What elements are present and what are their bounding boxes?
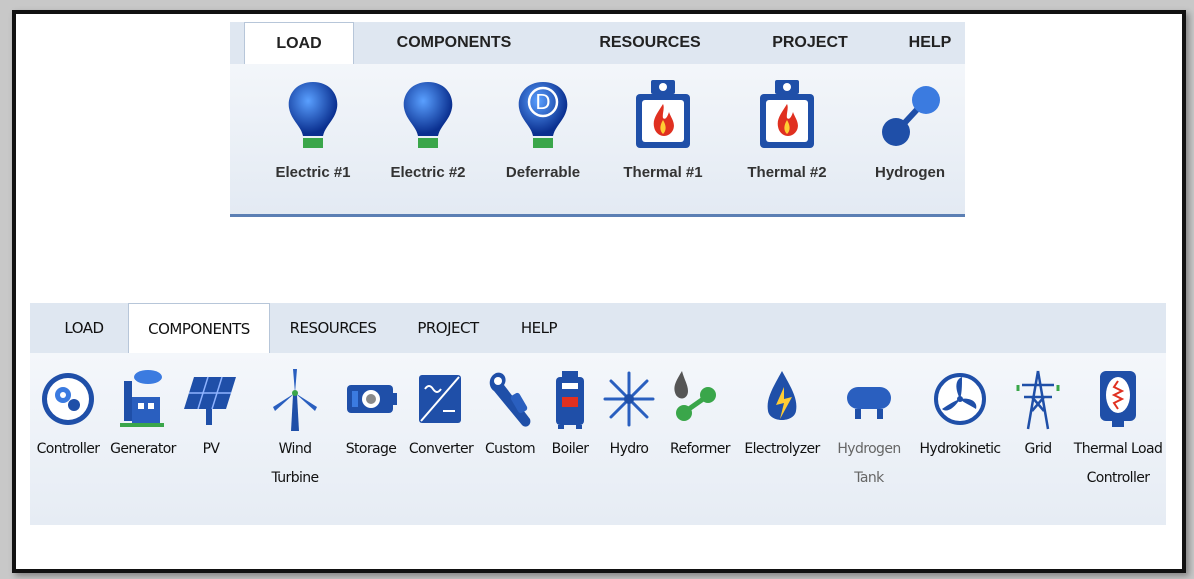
boiler-icon <box>556 371 584 429</box>
generator-button[interactable]: Generator <box>106 359 180 519</box>
tool-label: Deferrable <box>505 164 581 181</box>
electric-1-button[interactable]: Electric #1 <box>258 72 368 202</box>
grid-tower-icon <box>1016 370 1060 430</box>
tab-project[interactable]: PROJECT <box>398 303 498 353</box>
tool-label: Grid <box>1024 441 1053 457</box>
tab-help[interactable]: HELP <box>900 22 960 64</box>
controller-button[interactable]: Controller <box>30 359 106 519</box>
tool-label: Hydrogen <box>874 164 945 181</box>
hydro-icon <box>603 371 655 427</box>
tool-label: Thermal #1 <box>623 164 703 181</box>
pv-button[interactable]: PV <box>180 359 242 519</box>
tab-help[interactable]: HELP <box>504 303 574 353</box>
tab-components[interactable]: COMPONENTS <box>128 303 270 354</box>
custom-button[interactable]: Custom <box>480 359 540 519</box>
deferrable-bulb-icon: D <box>518 82 568 148</box>
storage-button[interactable]: Storage <box>338 359 404 519</box>
storage-battery-icon <box>347 385 397 413</box>
converter-button[interactable]: Converter <box>404 359 478 519</box>
hydrokinetic-button[interactable]: Hydrokinetic <box>914 359 1006 519</box>
tool-label: Thermal #2 <box>747 164 827 181</box>
tool-label: Controller <box>36 441 100 457</box>
thermal-1-button[interactable]: Thermal #1 <box>608 72 718 202</box>
boiler-button[interactable]: Boiler <box>542 359 598 519</box>
tool-label: Converter <box>408 441 474 457</box>
thermal-load-controller-icon <box>1100 371 1136 427</box>
pv-panel-icon <box>184 376 236 425</box>
svg-text:D: D <box>535 90 550 114</box>
thermal-flame-icon <box>636 80 690 148</box>
tool-label: Hydro <box>609 441 649 457</box>
tab-load[interactable]: LOAD <box>244 22 354 65</box>
bulb-icon <box>403 82 453 148</box>
converter-icon <box>419 375 461 423</box>
tool-label: Custom <box>484 441 536 457</box>
tool-label: Reformer <box>670 441 731 457</box>
hydrogen-load-button[interactable]: Hydrogen <box>855 72 965 202</box>
electrolyzer-icon <box>767 371 797 420</box>
tool-label: Storage <box>345 441 397 457</box>
deferrable-button[interactable]: D Deferrable <box>488 72 598 202</box>
wind-turbine-button[interactable]: Wind Turbine <box>262 359 328 519</box>
bulb-icon <box>288 82 338 148</box>
tool-label: Generator <box>110 441 176 457</box>
hydrogen-tank-icon <box>847 387 891 419</box>
electrolyzer-button[interactable]: Electrolyzer <box>740 359 824 519</box>
tool-label: Electrolyzer <box>744 441 820 457</box>
tool-label: Hydrokinetic <box>919 441 1001 457</box>
hydrogen-tank-button[interactable]: Hydrogen Tank <box>828 359 910 519</box>
tab-components[interactable]: COMPONENTS <box>370 22 538 64</box>
components-ribbon: LOAD COMPONENTS RESOURCES PROJECT HELP C… <box>30 303 1180 525</box>
tool-label: Boiler <box>551 441 589 457</box>
tool-label: Electric #1 <box>275 164 351 181</box>
tool-label: Hydrogen Tank <box>837 441 901 486</box>
tool-label: Wind Turbine <box>271 441 319 486</box>
tab-resources[interactable]: RESOURCES <box>278 303 388 353</box>
thermal-load-controller-button[interactable]: Thermal Load Controller <box>1070 359 1166 519</box>
generator-factory-icon <box>120 370 164 427</box>
reformer-icon <box>674 371 716 421</box>
tab-load[interactable]: LOAD <box>44 303 124 353</box>
tool-label: Thermal Load Controller <box>1073 441 1163 486</box>
grid-button[interactable]: Grid <box>1010 359 1066 519</box>
tab-project[interactable]: PROJECT <box>750 22 870 64</box>
ribbon-tab-bar: LOAD COMPONENTS RESOURCES PROJECT HELP <box>30 303 1166 354</box>
hydrogen-molecule-icon <box>882 86 940 146</box>
hydro-button[interactable]: Hydro <box>598 359 660 519</box>
controller-gears-icon <box>42 373 94 425</box>
ribbon-tab-bar: LOAD COMPONENTS RESOURCES PROJECT HELP <box>230 22 965 65</box>
custom-wrench-icon <box>489 372 531 427</box>
tab-resources[interactable]: RESOURCES <box>580 22 720 64</box>
thermal-2-button[interactable]: Thermal #2 <box>732 72 842 202</box>
electric-2-button[interactable]: Electric #2 <box>373 72 483 202</box>
hydrokinetic-icon <box>934 373 986 425</box>
load-ribbon: LOAD COMPONENTS RESOURCES PROJECT HELP E… <box>230 22 965 217</box>
load-tools-panel: Electric #1 Electric #2 D Deferrable The… <box>230 64 965 217</box>
reformer-button[interactable]: Reformer <box>662 359 738 519</box>
wind-turbine-icon <box>273 369 317 431</box>
components-tools-panel: Controller Generator PV Wind Turbine Sto… <box>30 353 1166 525</box>
tool-label: Electric #2 <box>390 164 466 181</box>
tool-label: PV <box>202 441 220 457</box>
thermal-flame-icon <box>760 80 814 148</box>
